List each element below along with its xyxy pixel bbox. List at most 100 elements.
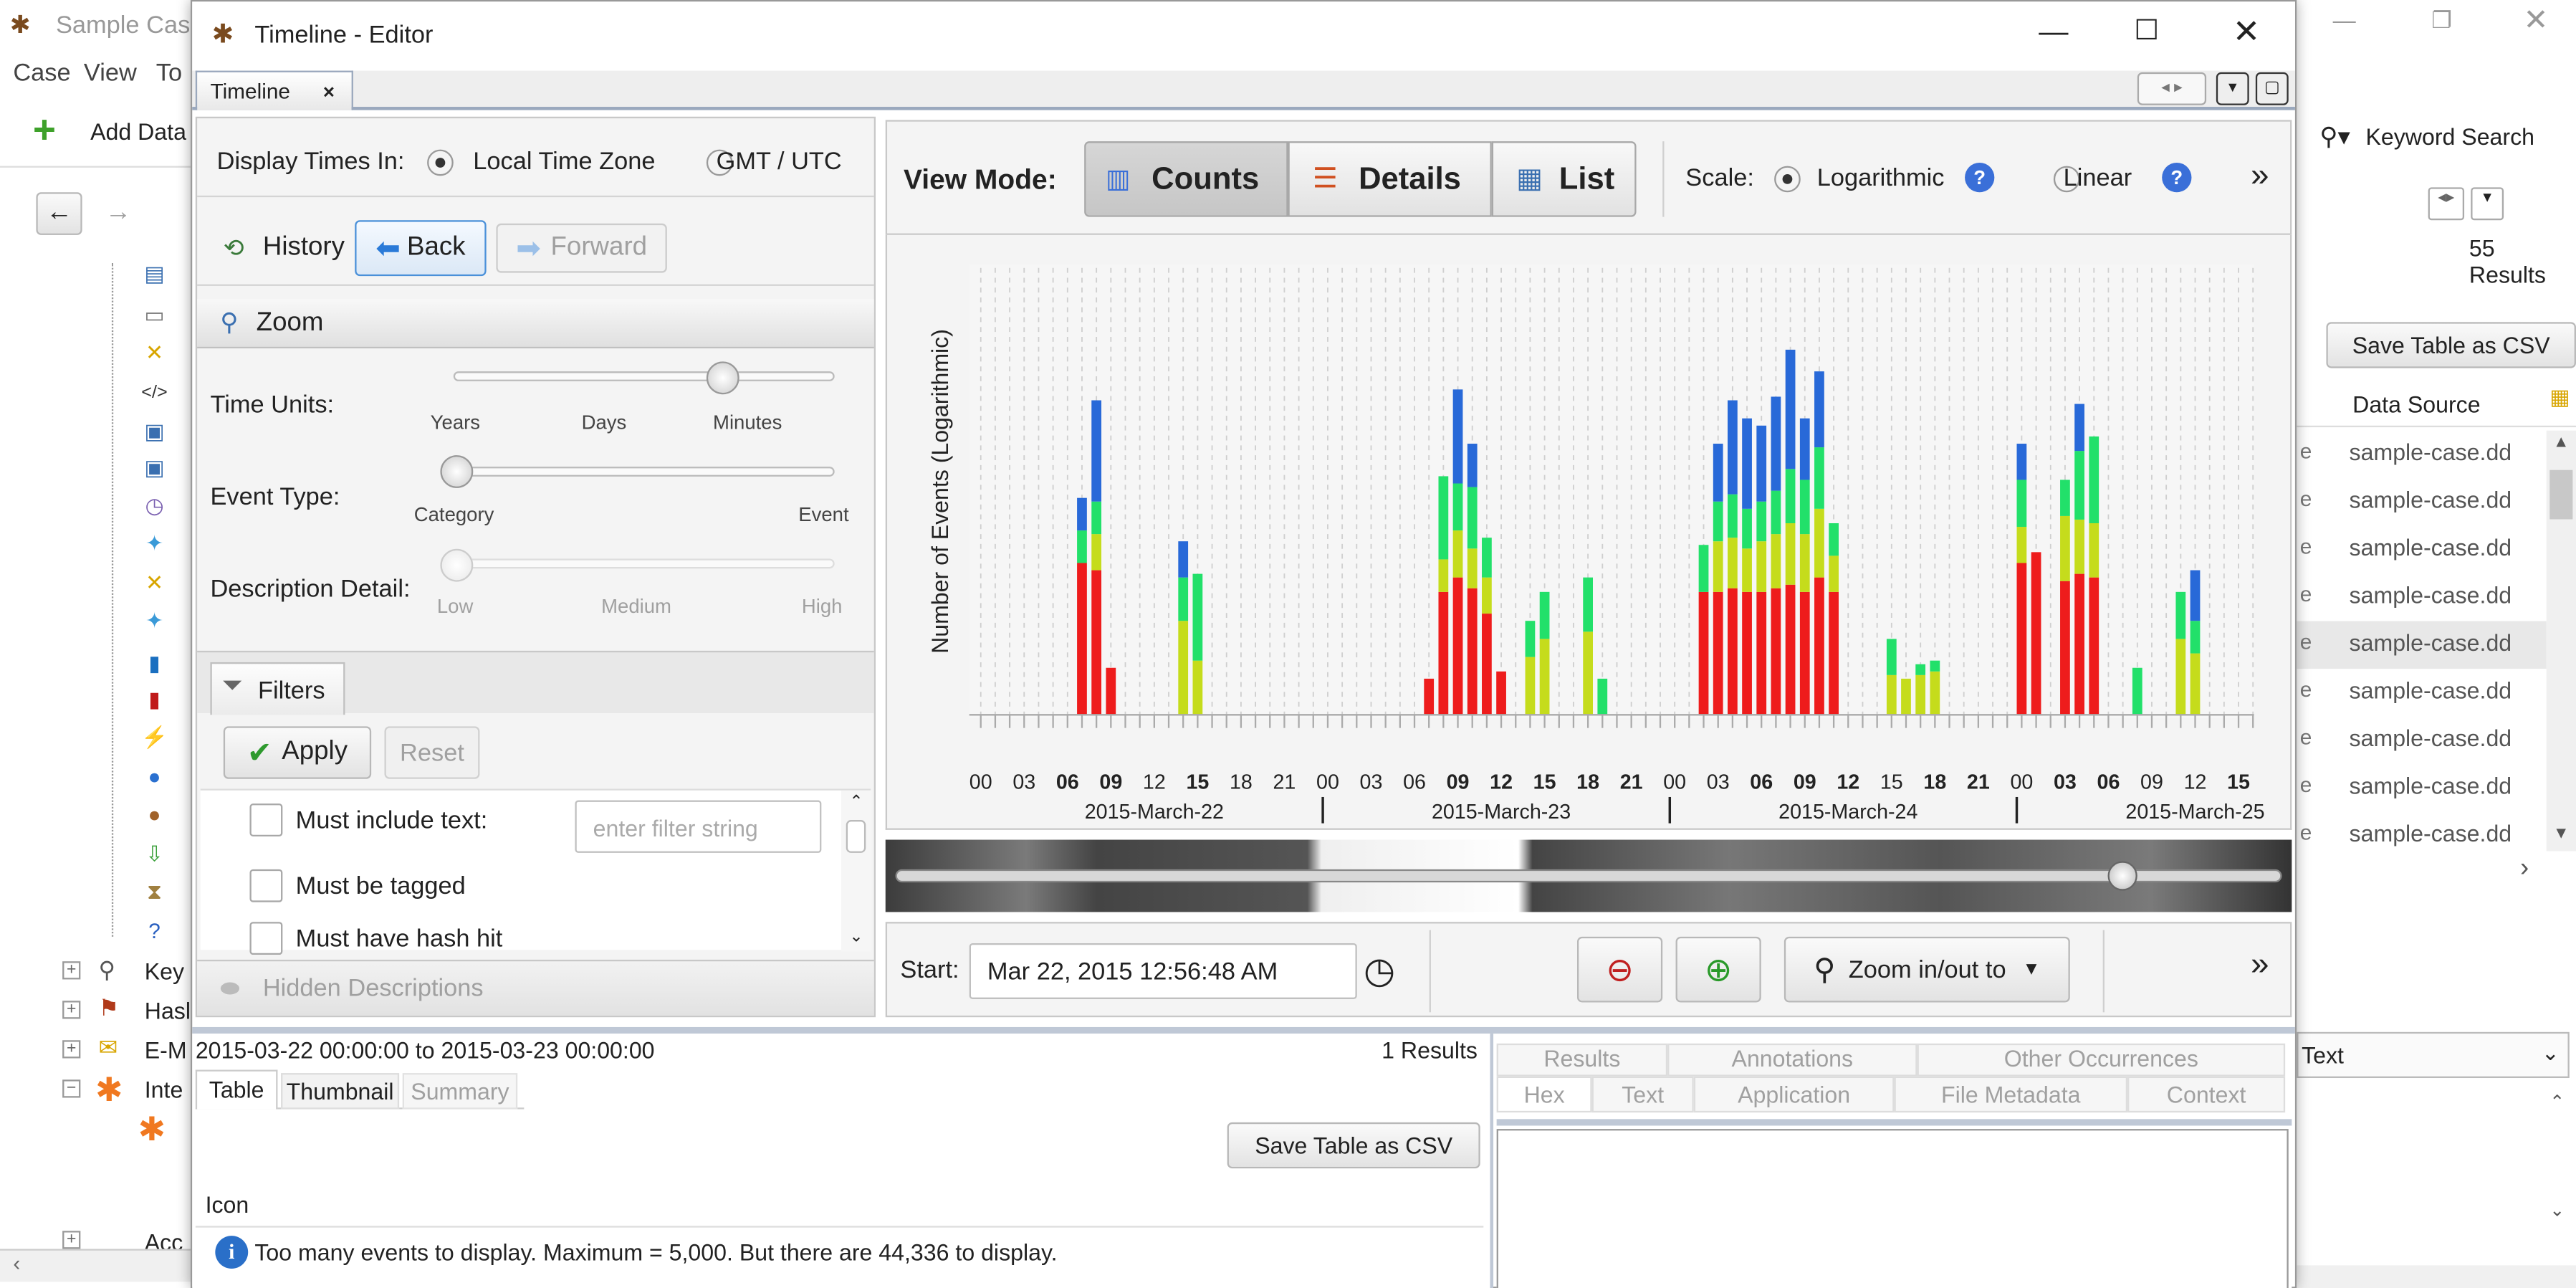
range-handle[interactable] bbox=[2107, 861, 2137, 891]
zoom-to-dropdown[interactable]: ⚲ Zoom in/out to ▼ bbox=[1783, 936, 2070, 1003]
scroll-down-icon[interactable]: ⌄ bbox=[2549, 1200, 2565, 1221]
nav-forward-icon[interactable]: → bbox=[95, 192, 141, 235]
details-button[interactable]: ☰ Details bbox=[1288, 141, 1492, 217]
overflow-icon[interactable]: » bbox=[2251, 158, 2269, 196]
zoom-out-button[interactable]: ⊖ bbox=[1576, 936, 1663, 1003]
start-datetime-input[interactable]: Mar 22, 2015 12:56:48 AM bbox=[969, 943, 1357, 999]
expand-icon[interactable]: + bbox=[62, 1231, 81, 1249]
tab-scroll-icon[interactable]: ◂ ▸ bbox=[2137, 72, 2207, 105]
tab-context[interactable]: Context bbox=[2127, 1076, 2286, 1113]
scroll-down-icon[interactable]: ⌄ bbox=[849, 928, 863, 946]
time-units-slider[interactable] bbox=[453, 371, 835, 381]
minimize-icon[interactable]: — bbox=[2039, 15, 2068, 49]
tab-application[interactable]: Application bbox=[1693, 1076, 1895, 1113]
tab-text[interactable]: Text bbox=[1591, 1076, 1694, 1113]
table-row[interactable]: e sample-case.dd bbox=[2297, 764, 2546, 811]
must-be-tagged-checkbox[interactable] bbox=[249, 869, 283, 902]
menu-tools[interactable]: To bbox=[156, 59, 182, 87]
table-row[interactable]: e sample-case.dd bbox=[2297, 812, 2546, 859]
menu-case[interactable]: Case bbox=[13, 59, 70, 87]
tab-scroll-icon[interactable]: ◂▸ bbox=[2428, 187, 2465, 221]
description-detail-slider[interactable] bbox=[453, 558, 835, 569]
tab-close-icon[interactable]: × bbox=[323, 80, 335, 102]
time-range-slider[interactable] bbox=[885, 839, 2292, 912]
close-icon[interactable]: ✕ bbox=[2524, 4, 2549, 38]
keyword-search-button[interactable]: Keyword Search bbox=[2365, 123, 2534, 150]
add-data-button[interactable]: Add Data bbox=[90, 118, 186, 145]
vertical-scrollbar[interactable]: ▲ ▼ bbox=[2546, 430, 2576, 851]
table-row[interactable]: e sample-case.dd bbox=[2297, 621, 2547, 669]
must-include-text-checkbox[interactable] bbox=[249, 803, 283, 836]
table-row[interactable]: e sample-case.dd bbox=[2297, 717, 2546, 764]
tree-item-hashset[interactable]: Hasl bbox=[145, 998, 191, 1024]
list-button[interactable]: ▦ List bbox=[1491, 141, 1637, 217]
tab-maximize-icon[interactable]: ▢ bbox=[2255, 72, 2289, 105]
scroll-thumb[interactable] bbox=[846, 820, 866, 853]
scroll-down-icon[interactable]: ▼ bbox=[2553, 825, 2570, 843]
expand-icon[interactable]: + bbox=[62, 961, 81, 980]
minimize-icon[interactable]: — bbox=[2333, 6, 2356, 33]
close-icon[interactable]: ✕ bbox=[2233, 11, 2260, 52]
range-track[interactable] bbox=[895, 869, 2282, 883]
help-icon[interactable]: ? bbox=[1965, 162, 1995, 193]
description-detail-slider-thumb[interactable] bbox=[440, 548, 474, 582]
dropdown-icon[interactable]: ▾ bbox=[2471, 187, 2504, 221]
save-table-csv-button[interactable]: Save Table as CSV bbox=[1227, 1122, 1480, 1169]
filter-list-scrollbar[interactable]: ⌃ ⌄ bbox=[841, 790, 871, 952]
splitter[interactable] bbox=[192, 1026, 2295, 1034]
tree-item-email[interactable]: E-M bbox=[145, 1037, 187, 1064]
save-table-csv-button[interactable]: Save Table as CSV bbox=[2326, 322, 2576, 368]
tab-thumbnail[interactable]: Thumbnail bbox=[281, 1073, 400, 1110]
must-have-hash-checkbox[interactable] bbox=[249, 922, 283, 955]
tab-results[interactable]: Results bbox=[1496, 1043, 1668, 1077]
local-time-radio[interactable] bbox=[427, 148, 454, 176]
table-row[interactable]: e sample-case.dd bbox=[2297, 431, 2546, 478]
help-icon[interactable]: ? bbox=[2162, 162, 2192, 193]
scroll-up-icon[interactable]: ⌃ bbox=[2549, 1091, 2565, 1113]
clock-icon[interactable]: ◷ bbox=[1364, 950, 1395, 993]
text-viewer-dropdown[interactable]: Text ⌄ bbox=[2297, 1031, 2570, 1079]
overflow-icon[interactable]: » bbox=[2251, 947, 2269, 985]
table-row[interactable]: e sample-case.dd bbox=[2297, 573, 2546, 621]
tab-file-metadata[interactable]: File Metadata bbox=[1894, 1076, 2128, 1113]
time-units-slider-thumb[interactable] bbox=[707, 361, 740, 395]
expand-icon[interactable]: + bbox=[62, 1040, 81, 1059]
tab-annotations[interactable]: Annotations bbox=[1667, 1043, 1917, 1077]
reset-button[interactable]: Reset bbox=[384, 726, 480, 779]
tab-list-icon[interactable]: ▾ bbox=[2216, 72, 2249, 105]
splitter[interactable] bbox=[1490, 1034, 1494, 1288]
logarithmic-radio[interactable] bbox=[1774, 165, 1801, 192]
hidden-descriptions-header[interactable]: ⬬ Hidden Descriptions bbox=[197, 959, 874, 1016]
tree-item-keyword[interactable]: Key bbox=[145, 958, 184, 985]
restore-icon[interactable]: ❐ bbox=[2431, 6, 2452, 34]
filters-tab[interactable]: ⏷ Filters bbox=[210, 662, 345, 715]
zoom-header[interactable]: ⚲ Zoom bbox=[197, 299, 874, 349]
expand-icon[interactable]: + bbox=[62, 1001, 81, 1019]
table-row[interactable]: e sample-case.dd bbox=[2297, 478, 2546, 525]
counts-button[interactable]: ▥ Counts bbox=[1084, 141, 1288, 217]
scroll-right-icon[interactable]: › bbox=[2520, 854, 2529, 884]
menu-view[interactable]: View bbox=[84, 59, 137, 87]
table-row[interactable]: e sample-case.dd bbox=[2297, 669, 2546, 716]
scroll-up-icon[interactable]: ▲ bbox=[2553, 434, 2570, 452]
tab-summary[interactable]: Summary bbox=[402, 1073, 518, 1110]
scroll-left-icon[interactable]: ‹ bbox=[13, 1251, 20, 1275]
horizontal-scrollbar[interactable]: ‹ bbox=[0, 1249, 191, 1282]
event-type-slider-thumb[interactable] bbox=[440, 455, 474, 488]
zoom-in-button[interactable]: ⊕ bbox=[1675, 936, 1761, 1003]
tree-item-interesting[interactable]: Inte bbox=[145, 1077, 183, 1103]
tab-table[interactable]: Table bbox=[195, 1069, 278, 1110]
collapse-icon[interactable]: − bbox=[62, 1079, 81, 1098]
tab-timeline[interactable]: Timeline × bbox=[195, 70, 353, 110]
tab-other-occurrences[interactable]: Other Occurrences bbox=[1917, 1043, 2286, 1077]
filter-string-input[interactable]: enter filter string bbox=[575, 800, 822, 853]
column-chooser-icon[interactable]: ▦ bbox=[2549, 384, 2570, 411]
tab-hex[interactable]: Hex bbox=[1496, 1076, 1592, 1113]
forward-button[interactable]: ➡ Forward bbox=[496, 223, 667, 273]
nav-back-icon[interactable]: ← bbox=[36, 192, 82, 235]
data-source-header[interactable]: Data Source bbox=[2352, 391, 2480, 418]
apply-button[interactable]: ✔ Apply bbox=[223, 726, 372, 779]
event-type-slider[interactable] bbox=[453, 467, 835, 477]
scroll-thumb[interactable] bbox=[2549, 469, 2573, 520]
scroll-up-icon[interactable]: ⌃ bbox=[849, 793, 863, 811]
